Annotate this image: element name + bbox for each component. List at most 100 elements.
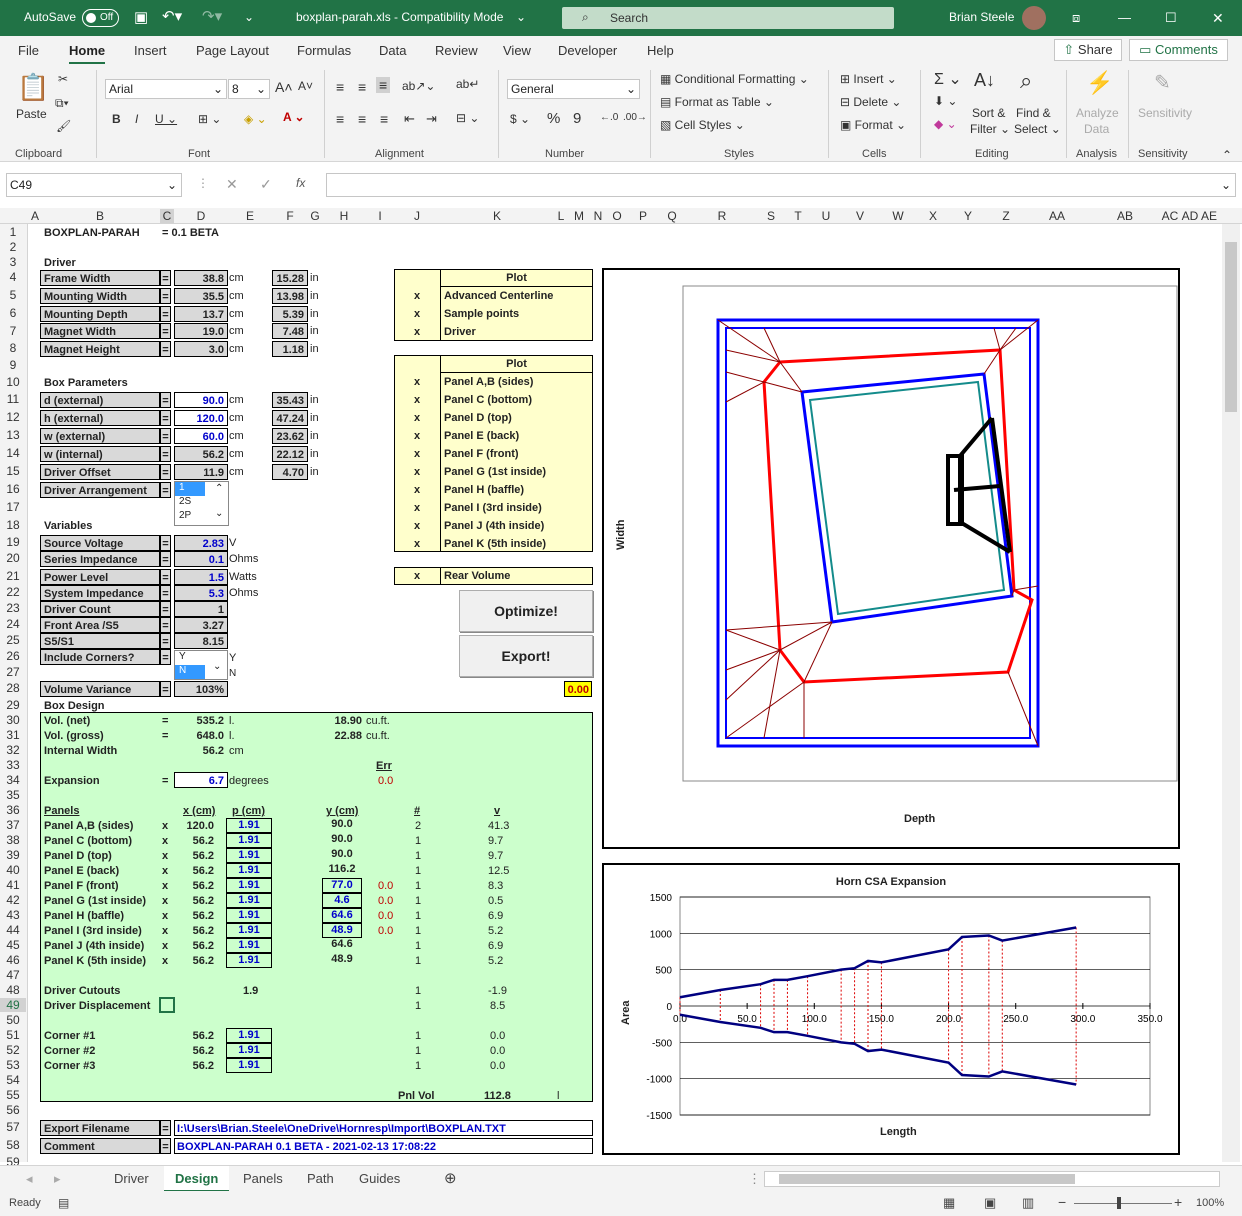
panel-y[interactable]: 64.6 xyxy=(322,908,362,923)
corner-p-input[interactable]: 1.91 xyxy=(226,1043,272,1058)
variable-value[interactable]: 5.3 xyxy=(174,585,228,601)
normal-view-icon[interactable]: ▦ xyxy=(943,1195,955,1211)
option-2p[interactable]: 2P xyxy=(175,510,228,524)
row-header[interactable]: 15 xyxy=(0,464,26,478)
driver-arrangement-dropdown[interactable]: 1 2S 2P ⌃ ⌄ xyxy=(174,481,229,526)
font-name-select[interactable]: Arial ⌄ xyxy=(105,79,227,99)
row-header[interactable]: 32 xyxy=(0,743,26,757)
font-size-select[interactable]: 8 ⌄ xyxy=(228,79,270,99)
panel-y[interactable]: 4.6 xyxy=(322,893,362,908)
scrollbar-thumb[interactable] xyxy=(779,1174,1075,1184)
tab-review[interactable]: Review xyxy=(435,43,478,58)
avatar[interactable] xyxy=(1022,6,1046,30)
align-center-icon[interactable]: ≡ xyxy=(358,111,366,127)
panel-y[interactable]: 77.0 xyxy=(322,878,362,893)
enter-icon[interactable]: ✓ xyxy=(260,176,272,193)
redo-icon[interactable]: ↷▾ xyxy=(202,7,222,25)
row-header[interactable]: 52 xyxy=(0,1043,26,1057)
add-sheet-icon[interactable]: ⊕ xyxy=(444,1169,457,1187)
col-header[interactable]: K xyxy=(440,209,554,223)
increase-font-icon[interactable]: A˄ xyxy=(275,79,293,95)
col-header[interactable]: V xyxy=(840,209,880,223)
export-button[interactable]: Export! xyxy=(459,635,593,677)
row-header[interactable]: 33 xyxy=(0,758,26,772)
row-header[interactable]: 18 xyxy=(0,518,26,532)
chevron-up-icon[interactable]: ⌃ xyxy=(215,483,223,494)
percent-icon[interactable]: % xyxy=(547,110,560,127)
col-header[interactable]: D xyxy=(174,209,228,223)
zoom-slider[interactable] xyxy=(1074,1203,1172,1204)
volume-variance-value[interactable]: 103% xyxy=(174,681,228,697)
optimize-button[interactable]: Optimize! xyxy=(459,590,593,632)
param-inches[interactable]: 22.12 xyxy=(272,446,308,462)
row-header[interactable]: 31 xyxy=(0,728,26,742)
param-value[interactable]: 3.0 xyxy=(174,341,228,358)
row-header[interactable]: 36 xyxy=(0,803,26,817)
col-header[interactable]: P xyxy=(628,209,658,223)
decrease-decimal-icon[interactable]: .00→ xyxy=(623,112,647,123)
row-header[interactable]: 56 xyxy=(0,1103,26,1117)
delete-cells-button[interactable]: ⊟ Delete ⌄ xyxy=(840,95,901,109)
param-inches[interactable]: 35.43 xyxy=(272,392,308,408)
row-header[interactable]: 14 xyxy=(0,446,26,460)
param-inches[interactable]: 13.98 xyxy=(272,287,308,304)
panel-p-input[interactable]: 1.91 xyxy=(226,953,272,968)
sensitivity-icon[interactable]: ✎ xyxy=(1154,70,1171,95)
vertical-scrollbar[interactable] xyxy=(1222,224,1240,1162)
variable-value[interactable]: 3.27 xyxy=(174,617,228,633)
tab-driver[interactable]: Driver xyxy=(114,1171,149,1186)
find-select-label[interactable]: Find & xyxy=(1016,106,1051,120)
plot-toggle[interactable]: x xyxy=(394,481,440,499)
option-2s[interactable]: 2S xyxy=(175,496,228,510)
col-header[interactable]: C xyxy=(160,209,174,223)
row-header[interactable]: 8 xyxy=(0,341,26,355)
col-header[interactable]: O xyxy=(606,209,628,223)
panel-p-input[interactable]: 1.91 xyxy=(226,818,272,833)
maximize-icon[interactable]: ☐ xyxy=(1165,10,1177,26)
panel-p-input[interactable]: 1.91 xyxy=(226,938,272,953)
analyze-data-icon[interactable]: ⚡ xyxy=(1086,70,1113,96)
tab-developer[interactable]: Developer xyxy=(558,43,617,58)
panel-p-input[interactable]: 1.91 xyxy=(226,878,272,893)
vol-gross-value[interactable]: 648.0 xyxy=(174,728,224,744)
horn-csa-chart[interactable]: 1500 1000 500 0 -500 -1000 -1500 0.0 50.0 100.0 15… xyxy=(602,863,1180,1155)
rear-volume-mark[interactable]: x xyxy=(394,567,440,585)
search-box[interactable]: ⌕ Search xyxy=(562,7,894,29)
param-value[interactable]: 11.9 xyxy=(174,464,228,480)
rear-volume-row[interactable] xyxy=(394,567,593,585)
vol-net-value[interactable]: 535.2 xyxy=(174,713,224,729)
row-header[interactable]: 37 xyxy=(0,818,26,832)
row-header[interactable]: 2 xyxy=(0,240,26,254)
corner-p-input[interactable]: 1.91 xyxy=(226,1058,272,1073)
param-inches[interactable]: 4.70 xyxy=(272,464,308,480)
selected-cell-c49[interactable] xyxy=(159,997,175,1013)
col-header[interactable]: L xyxy=(554,209,568,223)
wrap-text-icon[interactable]: ab↵ xyxy=(456,77,479,91)
row-header[interactable]: 29 xyxy=(0,698,26,712)
tab-page-layout[interactable]: Page Layout xyxy=(196,43,269,58)
variable-value[interactable]: 8.15 xyxy=(174,633,228,649)
row-header[interactable]: 27 xyxy=(0,665,26,679)
select-label[interactable]: Select ⌄ xyxy=(1014,122,1061,136)
analyze-data-label[interactable]: Analyze xyxy=(1076,106,1119,120)
row-header[interactable]: 48 xyxy=(0,983,26,997)
tab-guides[interactable]: Guides xyxy=(359,1171,400,1186)
corner-p-input[interactable]: 1.91 xyxy=(226,1028,272,1043)
param-value[interactable]: 19.0 xyxy=(174,323,228,340)
align-right-icon[interactable]: ≡ xyxy=(380,111,388,127)
param-value[interactable]: 56.2 xyxy=(174,446,228,462)
variable-value[interactable]: 0.1 xyxy=(174,551,228,567)
param-value[interactable]: 120.0 xyxy=(174,410,228,426)
ribbon-display-icon[interactable]: ⧈ xyxy=(1072,10,1080,26)
plot-toggle[interactable]: x xyxy=(394,499,440,517)
row-header[interactable]: 50 xyxy=(0,1013,26,1027)
vol-gross-cuft[interactable]: 22.88 xyxy=(322,728,362,744)
sort-filter-icon[interactable]: A↓ xyxy=(974,70,995,91)
align-left-icon[interactable]: ≡ xyxy=(336,111,344,127)
plot-toggle[interactable]: x xyxy=(394,517,440,535)
col-header[interactable]: Y xyxy=(950,209,986,223)
col-header[interactable]: I xyxy=(366,209,394,223)
col-header[interactable]: S xyxy=(758,209,784,223)
chevron-down-icon[interactable]: ⌄ xyxy=(213,661,221,672)
panel-p-input[interactable]: 1.91 xyxy=(226,833,272,848)
